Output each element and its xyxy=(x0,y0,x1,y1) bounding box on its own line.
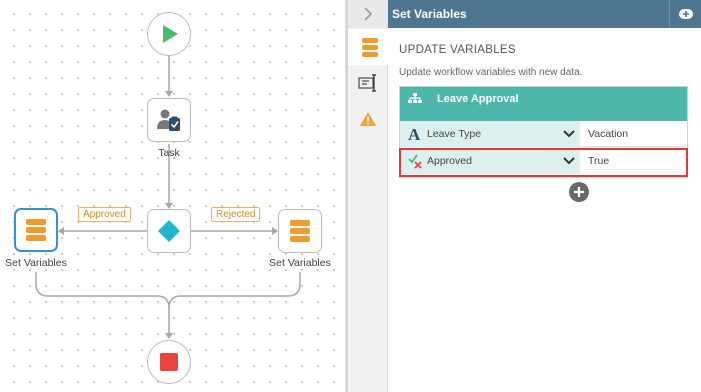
rejected-branch-label[interactable]: Rejected xyxy=(211,207,261,222)
decision-node[interactable] xyxy=(147,209,191,253)
play-icon xyxy=(163,25,178,43)
card-header[interactable]: Leave Approval xyxy=(400,87,687,121)
variable-row: Approved True xyxy=(400,148,687,174)
set-variables-node-approved[interactable] xyxy=(14,208,58,252)
chevron-down-icon[interactable] xyxy=(558,130,580,138)
set-variables-rejected-label: Set Variables xyxy=(269,257,331,269)
properties-panel: Set Variables UPDATE VARIABLES Update wo… xyxy=(388,0,701,392)
boolean-type-icon xyxy=(403,153,427,169)
variable-select[interactable]: Approved xyxy=(400,148,580,174)
panel-side-tabs xyxy=(348,0,388,392)
user-task-icon xyxy=(157,109,180,131)
diamond-icon xyxy=(158,220,180,242)
form-field-icon xyxy=(358,74,376,92)
variable-name: Approved xyxy=(427,155,472,167)
variables-card: Leave Approval A Leave Type Vacation App… xyxy=(399,86,688,178)
chevron-down-icon[interactable] xyxy=(558,157,580,165)
stack-icon xyxy=(290,220,310,242)
text-type-icon: A xyxy=(403,126,427,142)
task-node-label: Task xyxy=(158,147,180,159)
panel-header: Set Variables xyxy=(388,0,701,28)
hierarchy-icon xyxy=(408,93,422,103)
workflow-canvas[interactable]: Task Approved Rejected Set Variables Set… xyxy=(0,0,345,392)
warnings-tab[interactable] xyxy=(348,101,388,137)
form-tab[interactable] xyxy=(348,65,388,101)
variable-select[interactable]: A Leave Type xyxy=(400,121,580,147)
warning-icon xyxy=(360,112,376,126)
variable-value-field[interactable]: Vacation xyxy=(580,121,687,147)
plus-icon xyxy=(574,187,584,197)
stack-icon xyxy=(361,37,378,57)
chevron-right-icon xyxy=(364,7,373,21)
panel-title: Set Variables xyxy=(392,7,467,21)
expand-icon xyxy=(678,9,693,19)
approved-branch-label[interactable]: Approved xyxy=(78,207,131,222)
panel-options-button[interactable] xyxy=(669,0,701,28)
variable-value-field[interactable]: True xyxy=(580,148,687,174)
variable-name: Leave Type xyxy=(427,128,482,140)
svg-text:A: A xyxy=(408,126,421,142)
task-node[interactable] xyxy=(147,98,191,142)
stack-icon xyxy=(26,219,46,241)
card-title: Leave Approval xyxy=(437,93,519,105)
add-variable-button[interactable] xyxy=(569,182,589,202)
section-title: UPDATE VARIABLES xyxy=(399,44,516,56)
collapse-panel-button[interactable] xyxy=(348,0,388,28)
section-description: Update workflow variables with new data. xyxy=(399,67,583,78)
set-variables-approved-label: Set Variables xyxy=(5,257,67,269)
set-variables-node-rejected[interactable] xyxy=(278,209,322,253)
connector-lines xyxy=(35,56,301,339)
stop-icon xyxy=(160,353,178,371)
variable-row: A Leave Type Vacation xyxy=(400,121,687,147)
stop-node[interactable] xyxy=(147,340,191,384)
start-node[interactable] xyxy=(147,12,191,56)
properties-tab[interactable] xyxy=(348,29,388,65)
